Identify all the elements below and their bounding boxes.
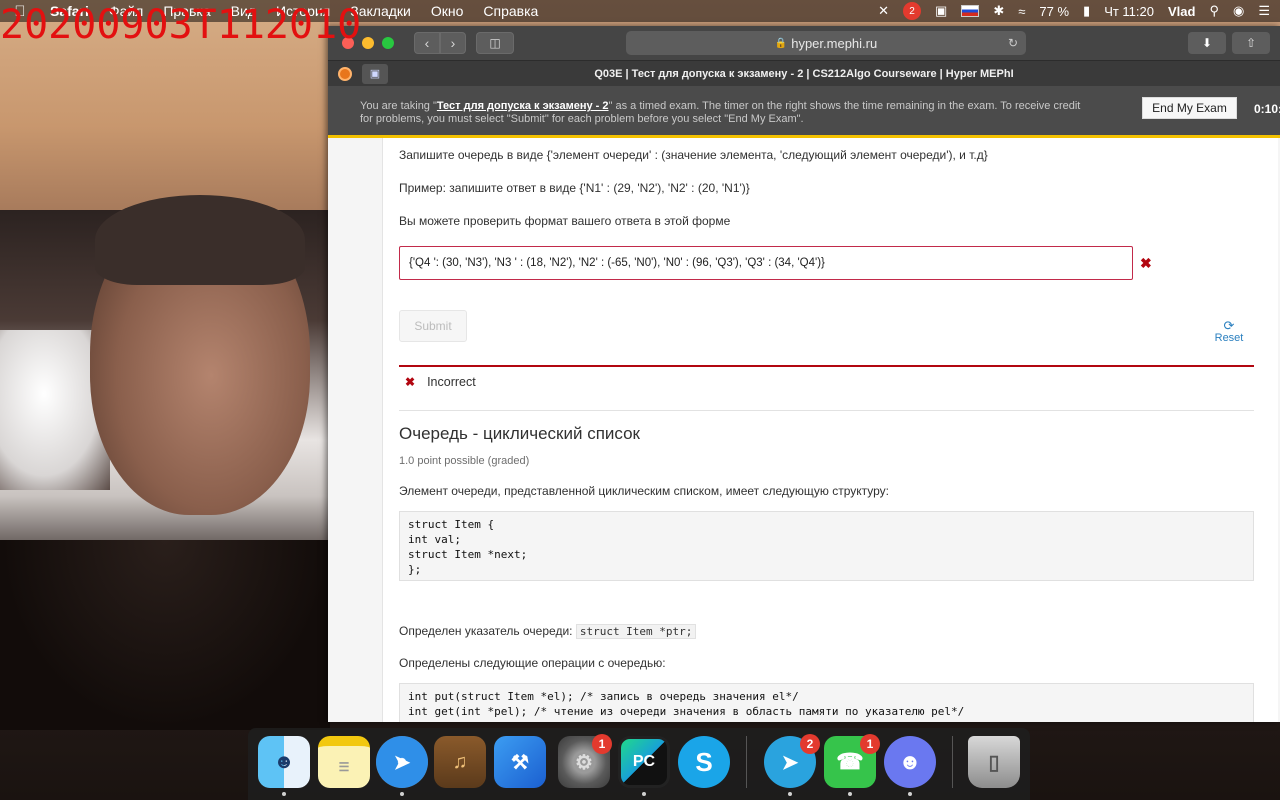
- address-bar[interactable]: 🔒 hyper.mephi.ru ↻: [626, 31, 1026, 55]
- system-preferences-badge: 1: [592, 734, 612, 754]
- reset-label: Reset: [1214, 332, 1244, 344]
- trash-icon[interactable]: ▯: [968, 736, 1020, 788]
- notes-app-icon[interactable]: ☰: [318, 736, 370, 788]
- notification-icon[interactable]: 2: [903, 2, 922, 20]
- magnet-icon[interactable]: ✕: [878, 3, 889, 19]
- person-shirt: [0, 540, 330, 730]
- facetime-badge: 1: [860, 734, 880, 754]
- exam-banner-message: You are taking "Тест для допуска к экзам…: [360, 100, 1090, 126]
- exam-name-link[interactable]: Тест для допуска к экзамену - 2: [437, 100, 609, 112]
- format-check-hint: Вы можете проверить формат вашего ответа…: [399, 214, 731, 228]
- course-content: Запишите очередь в виде {'элемент очеред…: [328, 138, 1280, 722]
- operations-text: Определены следующие операции с очередью…: [399, 656, 666, 670]
- discord-app-icon[interactable]: ☻: [884, 736, 936, 788]
- wifi-icon[interactable]: ≈: [1018, 4, 1025, 19]
- timed-exam-banner: You are taking "Тест для допуска к экзам…: [328, 86, 1280, 138]
- tab-bar: ▣ Q03E | Тест для допуска к экзамену - 2…: [328, 60, 1280, 86]
- reload-icon[interactable]: ↻: [1008, 36, 1018, 50]
- safari-app-icon[interactable]: ➤: [376, 736, 428, 788]
- guitar-app-icon[interactable]: ♫: [434, 736, 486, 788]
- macos-dock: ☻ ☰ ➤ ♫ ⚒ ⚙ 1 PC S ➤ 2 ☎ 1 ☻ ▯: [248, 728, 1030, 800]
- menu-window[interactable]: Окно: [421, 3, 474, 19]
- firefox-favicon-icon[interactable]: [334, 64, 356, 84]
- problem-points: 1.0 point possible (graded): [399, 455, 530, 467]
- result-label: Incorrect: [427, 375, 476, 389]
- battery-percent: 77 %: [1039, 3, 1070, 19]
- end-my-exam-button[interactable]: End My Exam: [1142, 97, 1237, 119]
- nav-buttons: ‹ ›: [414, 32, 466, 54]
- answer-input[interactable]: {'Q4 ': (30, 'N3'), 'N3 ' : (18, 'N2'), …: [399, 246, 1133, 280]
- tab-title: Q03E | Тест для допуска к экзамену - 2 |…: [594, 67, 1014, 80]
- user-name[interactable]: Vlad: [1168, 4, 1195, 19]
- skype-app-icon[interactable]: S: [678, 736, 730, 788]
- struct-description: Элемент очереди, представленной цикличес…: [399, 484, 890, 498]
- problem-divider: [399, 410, 1254, 411]
- url-text: hyper.mephi.ru: [791, 35, 878, 51]
- discord-running-dot: [908, 792, 912, 796]
- control-list-icon[interactable]: ☰: [1258, 3, 1270, 19]
- problem-panel: Запишите очередь в виде {'элемент очеред…: [382, 138, 1278, 722]
- finder-running-dot: [282, 792, 286, 796]
- menu-help[interactable]: Справка: [473, 3, 548, 19]
- pointer-definition: Определен указатель очереди: struct Item…: [399, 624, 697, 639]
- fullscreen-window-button[interactable]: [382, 37, 394, 49]
- downloads-button[interactable]: ⬇: [1188, 32, 1226, 54]
- lock-icon: 🔒: [774, 37, 788, 49]
- facetime-running-dot: [848, 792, 852, 796]
- dock-separator-2: [952, 736, 953, 788]
- xcode-app-icon[interactable]: ⚒: [494, 736, 546, 788]
- battery-icon[interactable]: ▮: [1083, 3, 1090, 19]
- sidebar-toggle-button[interactable]: ◫: [476, 32, 514, 54]
- back-button[interactable]: ‹: [414, 32, 440, 54]
- pinned-tab-icon[interactable]: ▣: [362, 63, 388, 84]
- exam-timer: 0:10:: [1254, 102, 1280, 116]
- menubar-status-area: ✕ 2 ▣ ✱ ≈ 77 % ▮ Чт 11:20 Vlad ⚲ ◉ ☰: [878, 0, 1270, 22]
- dock-separator: [746, 736, 747, 788]
- safari-window: ‹ › ◫ 🔒 hyper.mephi.ru ↻ ⬇ ⇧ ▣ Q03E | Те…: [328, 26, 1280, 722]
- browser-toolbar: ‹ › ◫ 🔒 hyper.mephi.ru ↻ ⬇ ⇧: [328, 26, 1280, 60]
- clock[interactable]: Чт 11:20: [1104, 4, 1154, 19]
- timestamp-overlay: 20200903T112010: [0, 2, 362, 48]
- safari-running-dot: [400, 792, 404, 796]
- minimize-window-button[interactable]: [362, 37, 374, 49]
- incorrect-status-icon: ✖: [405, 375, 416, 389]
- incorrect-x-icon: ✖: [1140, 255, 1152, 271]
- result-notification: ✖ Incorrect: [399, 365, 1254, 397]
- refresh-icon: ⟳: [1223, 318, 1235, 333]
- spotlight-search-icon[interactable]: ⚲: [1209, 3, 1219, 19]
- problem-title: Очередь - циклический список: [399, 424, 640, 443]
- pointer-code: struct Item *ptr;: [575, 624, 697, 639]
- reset-button[interactable]: ⟳ Reset: [1209, 318, 1249, 344]
- struct-code-block: struct Item { int val; struct Item *next…: [399, 511, 1254, 581]
- keyboard-layout-flag-icon[interactable]: [961, 5, 980, 17]
- forward-button[interactable]: ›: [440, 32, 466, 54]
- telegram-running-dot: [788, 792, 792, 796]
- pycharm-running-dot: [642, 792, 646, 796]
- queue-format-instruction: Запишите очередь в виде {'элемент очеред…: [399, 148, 988, 162]
- operations-code-block: int put(struct Item *el); /* запись в оч…: [399, 683, 1254, 722]
- answer-example: Пример: запишите ответ в виде {'N1' : (2…: [399, 181, 750, 195]
- person-hair: [95, 195, 305, 285]
- pointer-text: Определен указатель очереди:: [399, 624, 573, 638]
- siri-icon[interactable]: ◉: [1233, 3, 1244, 19]
- bluetooth-icon[interactable]: ✱: [993, 3, 1004, 19]
- submit-button[interactable]: Submit: [399, 310, 467, 342]
- share-button[interactable]: ⇧: [1232, 32, 1270, 54]
- exam-text-before: You are taking ": [360, 100, 437, 112]
- telegram-badge: 2: [800, 734, 820, 754]
- pycharm-app-icon[interactable]: PC: [618, 736, 670, 788]
- finder-app-icon[interactable]: ☻: [258, 736, 310, 788]
- screen-icon[interactable]: ▣: [935, 3, 947, 19]
